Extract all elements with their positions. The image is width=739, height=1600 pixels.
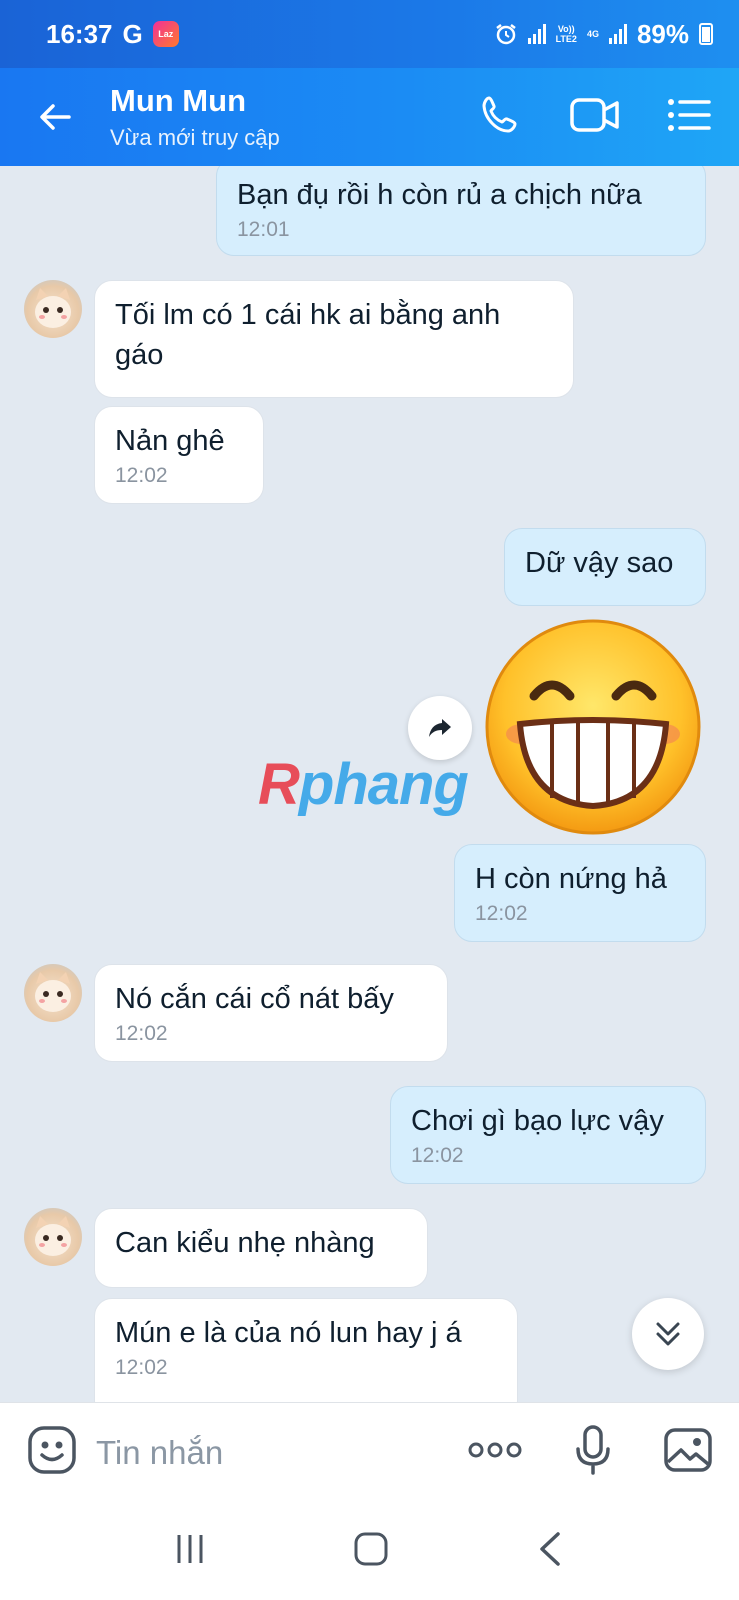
signal-icon (527, 24, 546, 44)
chat-header: Mun Mun Vừa mới truy cập (0, 68, 739, 166)
message-text: Mún e là của nó lun hay j á (115, 1317, 462, 1349)
share-arrow-icon (429, 719, 451, 737)
gallery-button[interactable] (663, 1427, 713, 1478)
system-nav-bar (0, 1502, 739, 1600)
home-button[interactable] (353, 1531, 389, 1572)
watermark: Rphang (258, 751, 469, 818)
phone-icon (482, 96, 517, 132)
message-text: Dữ vậy sao (525, 547, 674, 579)
message-bubble[interactable]: Nản ghê 12:02 (94, 406, 264, 504)
contact-info[interactable]: Mun Mun Vừa mới truy cập (110, 83, 280, 151)
cat-avatar-icon (35, 972, 71, 1012)
watermark-rest: phang (298, 752, 469, 817)
message-bubble[interactable]: Chơi gì bạo lực vậy 12:02 (390, 1086, 706, 1184)
more-dots-icon (468, 1442, 522, 1458)
contact-avatar[interactable] (24, 280, 82, 338)
message-time: 12:02 (115, 1022, 168, 1045)
message-text: Bạn đụ rồi h còn rủ a chịch nữa (237, 179, 642, 211)
message-time: 12:01 (237, 218, 290, 241)
voice-button[interactable] (573, 1424, 613, 1481)
message-text: Nản ghê (115, 425, 225, 457)
battery-percent: 89% (636, 18, 689, 49)
more-button[interactable] (467, 1440, 523, 1465)
lazada-notification-icon: Laz (152, 21, 179, 47)
scroll-to-bottom-button[interactable] (632, 1298, 704, 1370)
back-button[interactable] (0, 68, 110, 166)
watermark-first-letter: R (258, 752, 300, 817)
message-bubble[interactable]: Can kiểu nhẹ nhàng (94, 1208, 428, 1288)
message-bubble[interactable]: Dữ vậy sao (504, 528, 706, 606)
contact-status: Vừa mới truy cập (110, 125, 280, 150)
signal-icon-2 (608, 24, 627, 44)
home-icon (354, 1532, 388, 1565)
image-icon (664, 1428, 712, 1472)
message-bubble[interactable]: Nó cắn cái cổ nát bấy 12:02 (94, 964, 448, 1062)
system-back-button[interactable] (536, 1531, 566, 1572)
status-bar: 16:37 G Laz Vo)) LTE2 4G 89% (0, 0, 739, 68)
message-time: 12:02 (411, 1144, 464, 1167)
call-button[interactable] (479, 93, 523, 142)
contact-avatar[interactable] (24, 1208, 82, 1266)
cat-avatar-icon (35, 288, 71, 328)
chevron-left-icon (540, 1531, 560, 1566)
arrow-left-icon (40, 104, 71, 130)
microphone-icon (576, 1425, 610, 1475)
smiley-icon (28, 1426, 76, 1474)
contact-avatar[interactable] (24, 964, 82, 1022)
message-text: H còn nứng hả (475, 863, 667, 895)
double-chevron-down-icon (656, 1322, 680, 1346)
list-menu-icon (668, 98, 711, 131)
message-time: 12:02 (115, 464, 168, 487)
recent-apps-icon (177, 1534, 203, 1563)
message-bubble[interactable]: H còn nứng hả 12:02 (454, 844, 706, 942)
recent-apps-button[interactable] (173, 1532, 207, 1571)
message-input-bar: Tin nhắn (0, 1402, 739, 1502)
message-text: Chơi gì bạo lực vậy (411, 1105, 664, 1137)
volte-icon: Vo)) LTE2 (555, 24, 577, 44)
contact-name: Mun Mun (110, 83, 247, 118)
sticker-button[interactable] (26, 1424, 78, 1481)
message-text: Nó cắn cái cổ nát bấy (115, 983, 394, 1015)
google-icon: G (122, 18, 143, 49)
message-input[interactable]: Tin nhắn (96, 1434, 223, 1472)
video-camera-icon (570, 97, 619, 132)
video-call-button[interactable] (569, 95, 621, 140)
cat-avatar-icon (35, 1216, 71, 1256)
battery-icon (699, 23, 713, 45)
message-bubble[interactable]: Mún e là của nó lun hay j á 12:02 (94, 1298, 518, 1402)
message-time: 12:02 (475, 902, 528, 925)
grinning-emoji-sticker[interactable] (482, 616, 704, 838)
alarm-icon (495, 24, 516, 45)
status-time: 16:37 (46, 18, 113, 49)
message-bubble[interactable]: Tối lm có 1 cái hk ai bằng anh gáo (94, 280, 574, 398)
4g-icon: 4G (586, 29, 599, 39)
chat-messages[interactable]: Bạn đụ rồi h còn rủ a chịch nữa 12:01 Tố… (0, 166, 739, 1402)
chat-options-button[interactable] (667, 97, 711, 138)
message-time: 12:02 (115, 1356, 168, 1379)
message-bubble[interactable]: Bạn đụ rồi h còn rủ a chịch nữa 12:01 (216, 166, 706, 256)
message-text: Can kiểu nhẹ nhàng (115, 1227, 375, 1259)
message-text: Tối lm có 1 cái hk ai bằng anh gáo (115, 299, 501, 371)
